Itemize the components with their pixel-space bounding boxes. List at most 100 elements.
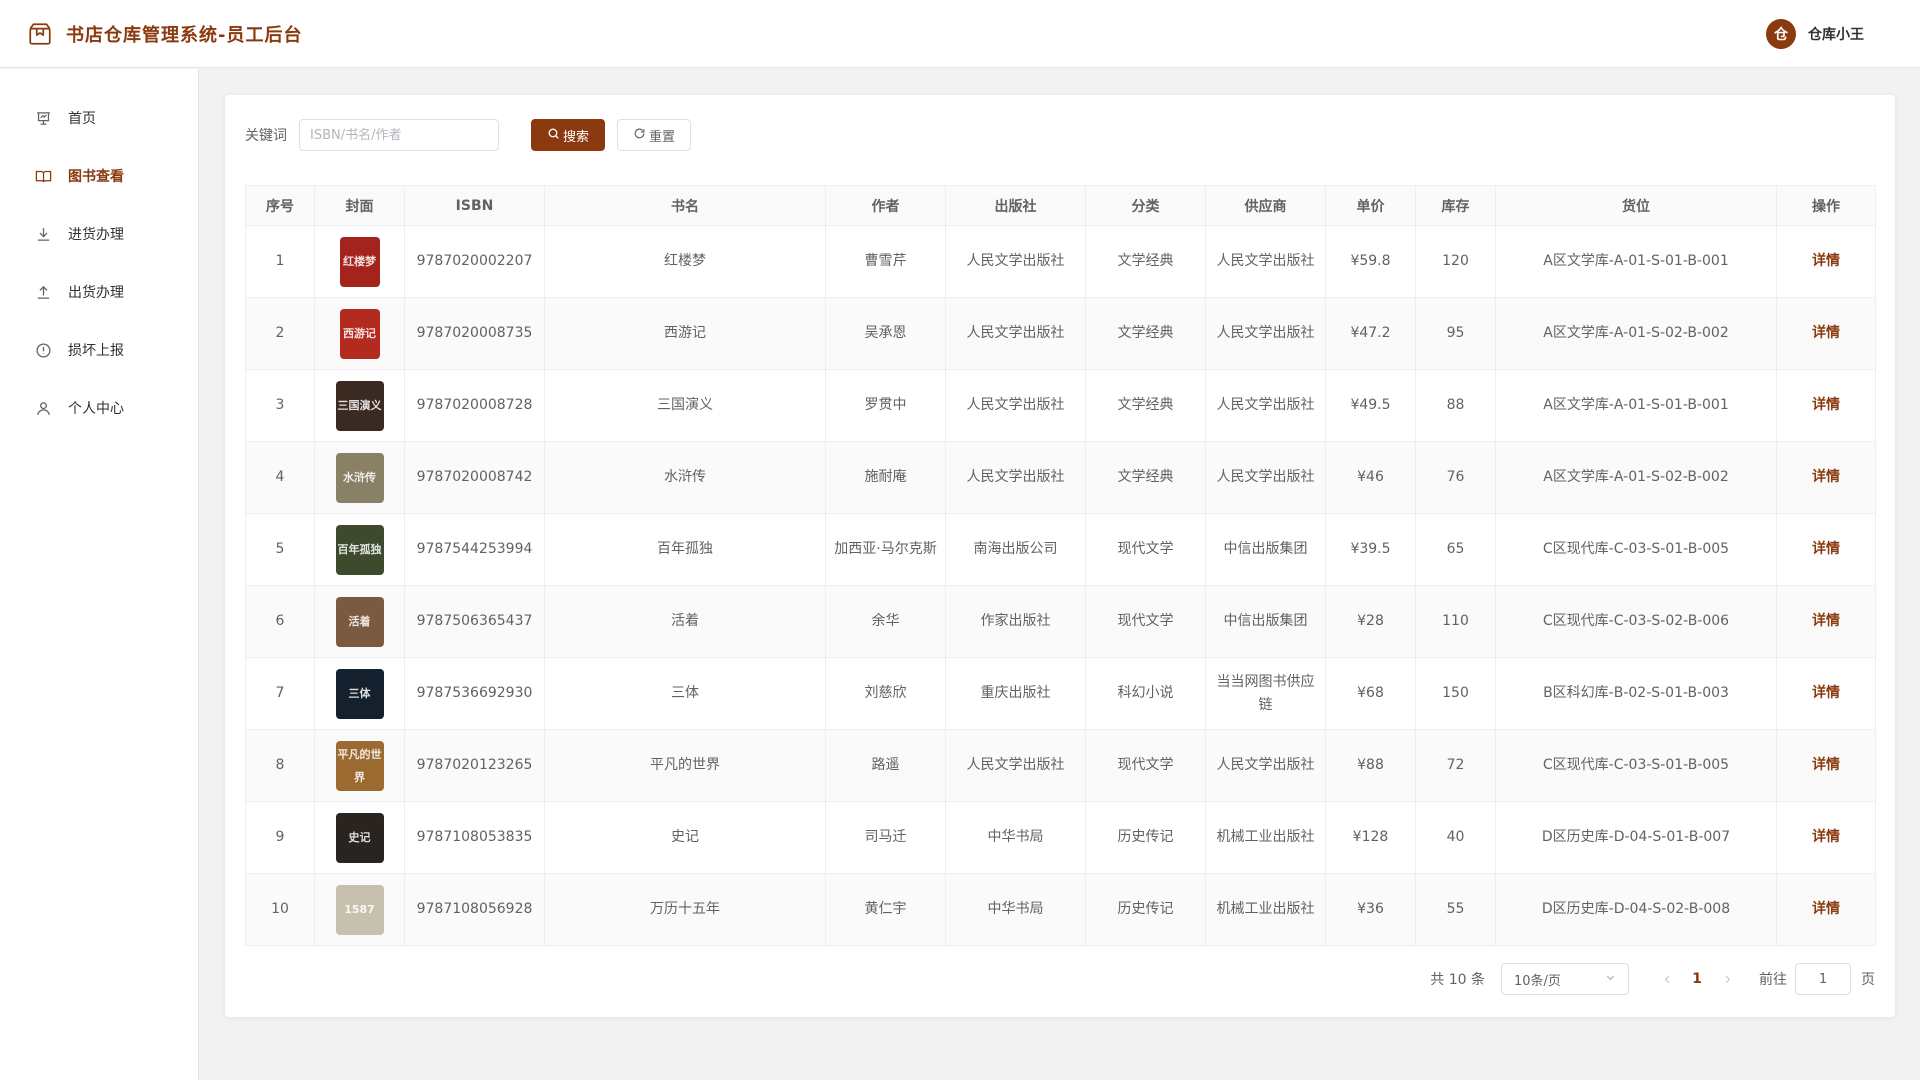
sidebar-item-label: 图书查看 xyxy=(68,169,124,185)
cell-supplier: 人民文学出版社 xyxy=(1205,441,1326,514)
cell-cover: 三国演义 xyxy=(314,369,405,442)
column-header-stock: 库存 xyxy=(1415,185,1496,226)
sidebar-item-stock-out[interactable]: 出货办理 xyxy=(0,263,198,321)
detail-link[interactable]: 详情 xyxy=(1812,829,1840,845)
cell-author: 刘慈欣 xyxy=(825,657,946,730)
cell-category: 科幻小说 xyxy=(1085,657,1206,730)
cell-author: 司马迁 xyxy=(825,801,946,874)
cell-stock: 88 xyxy=(1415,369,1496,442)
cell-category: 现代文学 xyxy=(1085,729,1206,802)
cell-action: 详情 xyxy=(1776,585,1876,658)
avatar[interactable]: 仓 xyxy=(1766,18,1796,49)
search-input[interactable] xyxy=(299,119,499,151)
book-cover-image: 1587 xyxy=(335,884,384,935)
sidebar-item-label: 损坏上报 xyxy=(68,343,124,359)
sidebar-item-profile[interactable]: 个人中心 xyxy=(0,379,198,437)
detail-link[interactable]: 详情 xyxy=(1812,685,1840,701)
cell-price: ¥36 xyxy=(1325,873,1416,946)
cell-stock: 72 xyxy=(1415,729,1496,802)
chevron-down-icon xyxy=(1605,972,1616,987)
detail-link[interactable]: 详情 xyxy=(1812,613,1840,629)
cell-cover: 史记 xyxy=(314,801,405,874)
cell-isbn: 9787506365437 xyxy=(404,585,545,658)
cell-no: 5 xyxy=(245,513,315,586)
cell-cover: 红楼梦 xyxy=(314,225,405,298)
search-bar: 关键词 搜索 重置 xyxy=(245,115,1875,155)
download-icon xyxy=(34,225,52,243)
cell-price: ¥68 xyxy=(1325,657,1416,730)
cell-title: 百年孤独 xyxy=(544,513,826,586)
cell-title: 西游记 xyxy=(544,297,826,370)
cell-location: D区历史库-D-04-S-01-B-007 xyxy=(1495,801,1777,874)
cell-action: 详情 xyxy=(1776,657,1876,730)
book-cover-image: 三体 xyxy=(335,668,384,719)
detail-link[interactable]: 详情 xyxy=(1812,397,1840,413)
cell-publisher: 中华书局 xyxy=(945,801,1086,874)
cell-action: 详情 xyxy=(1776,225,1876,298)
column-header-price: 单价 xyxy=(1325,185,1416,226)
cell-author: 加西亚·马尔克斯 xyxy=(825,513,946,586)
cell-stock: 150 xyxy=(1415,657,1496,730)
book-cover-image: 三国演义 xyxy=(335,380,384,431)
cell-stock: 95 xyxy=(1415,297,1496,370)
cell-title: 水浒传 xyxy=(544,441,826,514)
cell-location: C区现代库-C-03-S-01-B-005 xyxy=(1495,513,1777,586)
cell-cover: 百年孤独 xyxy=(314,513,405,586)
goto-page-input[interactable] xyxy=(1795,963,1851,995)
cell-cover: 1587 xyxy=(314,873,405,946)
page-size-select[interactable]: 10条/页 xyxy=(1501,963,1629,995)
detail-link[interactable]: 详情 xyxy=(1812,325,1840,341)
cell-location: A区文学库-A-01-S-02-B-002 xyxy=(1495,297,1777,370)
table-row: 2 西游记 9787020008735 西游记 吴承恩 人民文学出版社 文学经典 人民文学出版… xyxy=(245,297,1876,370)
sidebar-item-books[interactable]: 图书查看 xyxy=(0,147,198,205)
sidebar-item-label: 首页 xyxy=(68,111,96,127)
cell-category: 历史传记 xyxy=(1085,801,1206,874)
user-icon xyxy=(34,399,52,417)
book-cover-image: 百年孤独 xyxy=(335,524,384,575)
column-header-isbn: ISBN xyxy=(404,185,545,226)
detail-link[interactable]: 详情 xyxy=(1812,901,1840,917)
cell-no: 2 xyxy=(245,297,315,370)
detail-link[interactable]: 详情 xyxy=(1812,757,1840,773)
sidebar-item-damage-report[interactable]: 损坏上报 xyxy=(0,321,198,379)
cell-category: 文学经典 xyxy=(1085,441,1206,514)
sidebar-item-home[interactable]: 首页 xyxy=(0,89,198,147)
reset-button[interactable]: 重置 xyxy=(617,119,691,151)
detail-link[interactable]: 详情 xyxy=(1812,253,1840,269)
cell-stock: 110 xyxy=(1415,585,1496,658)
cell-publisher: 人民文学出版社 xyxy=(945,297,1086,370)
sidebar-item-stock-in[interactable]: 进货办理 xyxy=(0,205,198,263)
cell-location: A区文学库-A-01-S-02-B-002 xyxy=(1495,441,1777,514)
sidebar-item-label: 个人中心 xyxy=(68,401,124,417)
next-page-button[interactable] xyxy=(1711,974,1743,985)
cell-cover: 平凡的世界 xyxy=(314,729,405,802)
prev-page-button[interactable] xyxy=(1651,974,1683,985)
cell-author: 黄仁宇 xyxy=(825,873,946,946)
book-cover-image: 西游记 xyxy=(339,308,380,359)
cell-title: 三体 xyxy=(544,657,826,730)
book-list-card: 关键词 搜索 重置 序号 封面 ISBN 书名 作者 xyxy=(225,95,1895,1017)
cell-publisher: 人民文学出版社 xyxy=(945,369,1086,442)
username[interactable]: 仓库小王 xyxy=(1808,24,1864,44)
user-menu[interactable]: 仓 仓库小王 xyxy=(1766,18,1864,49)
sidebar-item-label: 出货办理 xyxy=(68,285,124,301)
cell-publisher: 南海出版公司 xyxy=(945,513,1086,586)
cell-author: 路遥 xyxy=(825,729,946,802)
cell-publisher: 重庆出版社 xyxy=(945,657,1086,730)
chevron-right-icon xyxy=(1725,975,1730,983)
top-header: 书店仓库管理系统-员工后台 仓 仓库小王 xyxy=(0,0,1920,68)
cell-cover: 水浒传 xyxy=(314,441,405,514)
table-row: 8 平凡的世界 9787020123265 平凡的世界 路遥 人民文学出版社 现代文学 人民文… xyxy=(245,729,1876,802)
cell-action: 详情 xyxy=(1776,513,1876,586)
column-header-title: 书名 xyxy=(544,185,826,226)
detail-link[interactable]: 详情 xyxy=(1812,541,1840,557)
cell-publisher: 人民文学出版社 xyxy=(945,441,1086,514)
cell-author: 余华 xyxy=(825,585,946,658)
table-row: 4 水浒传 9787020008742 水浒传 施耐庵 人民文学出版社 文学经典 人民文学出版… xyxy=(245,441,1876,514)
detail-link[interactable]: 详情 xyxy=(1812,469,1840,485)
search-button[interactable]: 搜索 xyxy=(531,119,605,151)
table-row: 5 百年孤独 9787544253994 百年孤独 加西亚·马尔克斯 南海出版公司 现代文学… xyxy=(245,513,1876,586)
page-number-1[interactable]: 1 xyxy=(1683,971,1711,987)
app-title: 书店仓库管理系统-员工后台 xyxy=(66,24,303,46)
cell-no: 8 xyxy=(245,729,315,802)
